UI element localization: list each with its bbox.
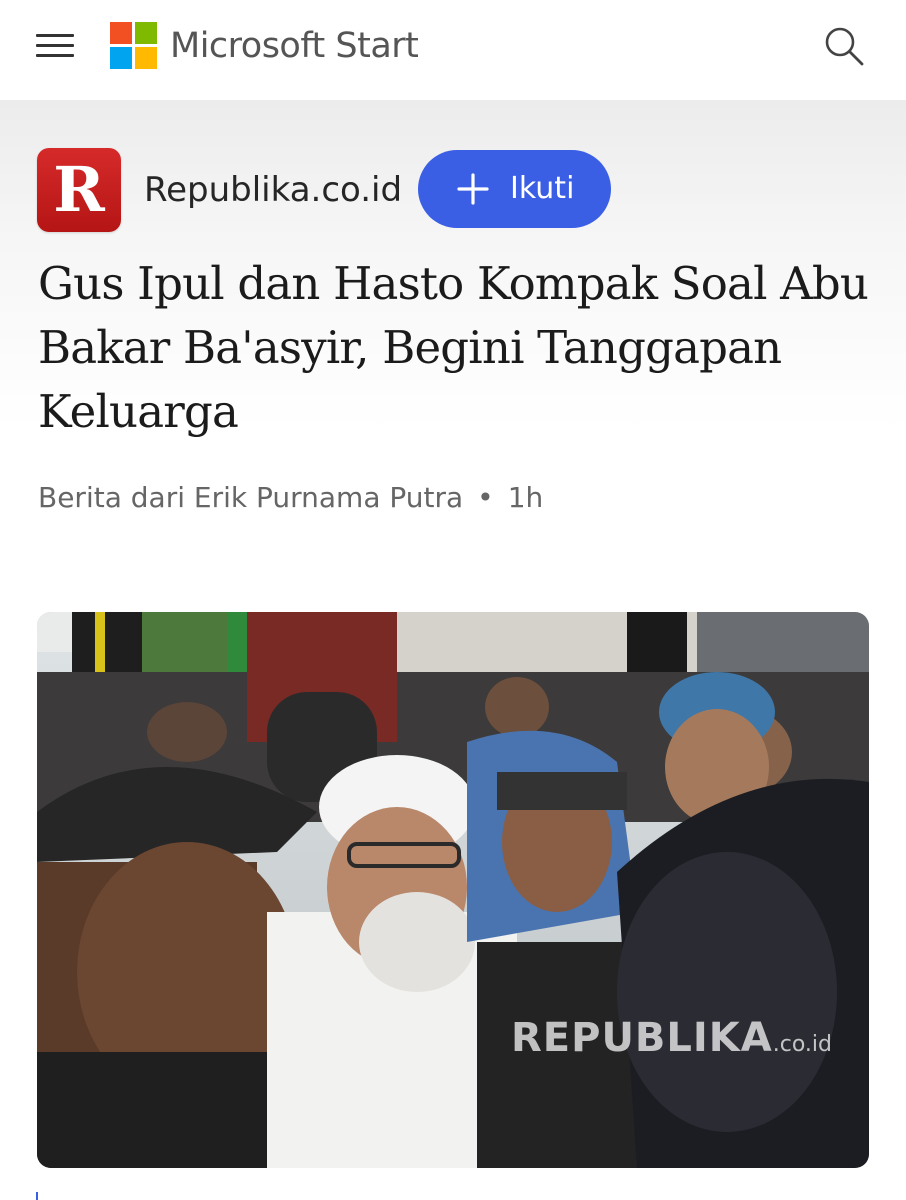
follow-button-label: Ikuti: [510, 171, 575, 206]
hamburger-menu-icon[interactable]: [36, 34, 74, 58]
hero-photo-illustration: [37, 612, 869, 1168]
article-hero-image[interactable]: REPUBLIKA.co.id: [37, 612, 869, 1168]
scroll-indicator: [36, 1192, 38, 1200]
microsoft-logo[interactable]: [110, 22, 158, 70]
article-headline: Gus Ipul dan Hasto Kompak Soal Abu Bakar…: [38, 257, 869, 438]
publisher-name[interactable]: Republika.co.id: [144, 166, 402, 214]
top-bar: Microsoft Start: [0, 0, 906, 100]
publisher-logo[interactable]: R: [37, 148, 121, 232]
follow-button[interactable]: Ikuti: [418, 150, 611, 228]
plus-icon: [457, 173, 489, 205]
search-icon[interactable]: [822, 24, 866, 68]
byline-age: 1h: [507, 481, 544, 514]
image-watermark: REPUBLIKA.co.id: [511, 1015, 832, 1061]
publisher-logo-letter: R: [53, 153, 105, 226]
byline-author: Berita dari Erik Purnama Putra: [38, 481, 464, 514]
article-byline: Berita dari Erik Purnama Putra • 1h: [38, 476, 543, 520]
byline-separator: •: [477, 481, 494, 514]
app-title[interactable]: Microsoft Start: [170, 20, 419, 72]
